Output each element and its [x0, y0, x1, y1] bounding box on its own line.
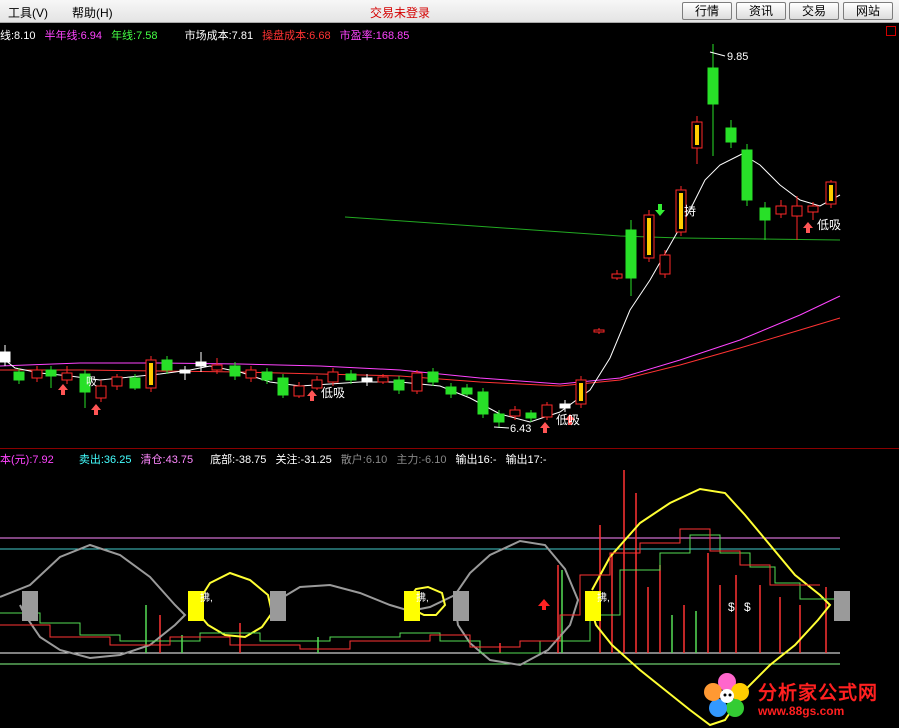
close-icon[interactable]	[886, 26, 896, 36]
candle	[575, 376, 587, 408]
step-line-red	[0, 528, 820, 650]
buy-low-short-label: 吸	[86, 376, 97, 388]
gray-signal-box-1	[22, 591, 38, 621]
market-button[interactable]: 行情	[682, 2, 732, 20]
candle	[393, 376, 405, 394]
signal-label-1: 拂,	[200, 591, 213, 604]
candle	[775, 200, 787, 218]
buy-arrow-icon	[307, 390, 317, 401]
buy-low-label-1: 低吸	[321, 386, 345, 400]
candle	[445, 383, 457, 398]
high-price-label: 9.85	[727, 51, 748, 63]
sell-arrow-icon	[655, 204, 665, 216]
yellow-wave-1	[195, 571, 274, 639]
hold-label: 持	[684, 203, 696, 218]
news-button[interactable]: 资讯	[736, 2, 786, 20]
watermark-url: www.88gs.com	[758, 704, 845, 718]
candle	[611, 270, 623, 280]
signal-label-3: 拂,	[597, 591, 610, 604]
candle	[691, 116, 703, 164]
gray-signal-box-4	[834, 591, 850, 621]
buy-low-label-3: 低吸	[817, 218, 841, 232]
low-price-label: 6.43	[510, 423, 531, 435]
candle	[643, 210, 655, 262]
flower-logo-icon	[704, 673, 749, 717]
candle	[277, 374, 289, 398]
trade-button[interactable]: 交易	[789, 2, 839, 20]
menu-help[interactable]: 帮助(H)	[72, 4, 113, 21]
volume-bars	[145, 470, 827, 653]
watermark-title: 分析家公式网	[758, 683, 879, 704]
watermark-logo: 分析家公式网 www.88gs.com	[700, 668, 899, 728]
candle	[477, 388, 489, 418]
gray-signal-box-3	[453, 591, 469, 621]
buy-low-label-2: 低吸	[556, 413, 580, 427]
candle	[509, 406, 521, 420]
sub-buy-arrow-icon	[538, 599, 550, 610]
buy-arrow-icon	[91, 404, 101, 415]
candle	[411, 370, 423, 394]
candle	[625, 220, 637, 296]
candle	[95, 380, 107, 402]
candle	[461, 384, 473, 396]
panel-divider	[0, 448, 899, 449]
buy-arrow-icon	[58, 384, 68, 395]
buy-arrow-icon	[540, 422, 550, 433]
candle	[791, 196, 803, 240]
candle	[759, 202, 771, 240]
candle	[229, 362, 241, 380]
candle	[145, 356, 157, 392]
candle	[61, 366, 73, 384]
candle	[707, 44, 719, 156]
candle	[493, 410, 505, 428]
candle	[245, 366, 257, 382]
low-price-leader	[493, 426, 510, 429]
signal-label-2: 拂,	[416, 591, 429, 604]
candle	[111, 374, 123, 390]
candle	[725, 120, 737, 148]
candlestick-chart: 9.85 6.43 低吸 低吸 低吸 吸 持	[0, 44, 841, 435]
candle	[825, 180, 837, 208]
dollar-mark-2: $	[744, 600, 751, 614]
buy-arrow-icon	[803, 222, 813, 233]
candle	[659, 250, 671, 278]
candle	[31, 366, 43, 382]
candle	[361, 374, 373, 386]
candle	[293, 382, 305, 398]
website-button[interactable]: 网站	[843, 2, 893, 20]
candle	[741, 144, 753, 206]
menu-tools[interactable]: 工具(V)	[8, 4, 48, 21]
trade-login-status: 交易未登录	[370, 6, 431, 20]
candle	[179, 366, 191, 380]
high-price-leader	[709, 51, 726, 57]
candle	[45, 366, 57, 388]
candle	[541, 402, 553, 420]
menu-bar: 工具(V) 帮助(H) 交易未登录 行情 资讯 交易 网站	[0, 0, 899, 23]
candle	[593, 328, 605, 334]
dollar-mark-1: $	[728, 600, 735, 614]
candle	[559, 400, 571, 412]
candle	[427, 368, 439, 386]
gray-signal-box-2	[270, 591, 286, 621]
